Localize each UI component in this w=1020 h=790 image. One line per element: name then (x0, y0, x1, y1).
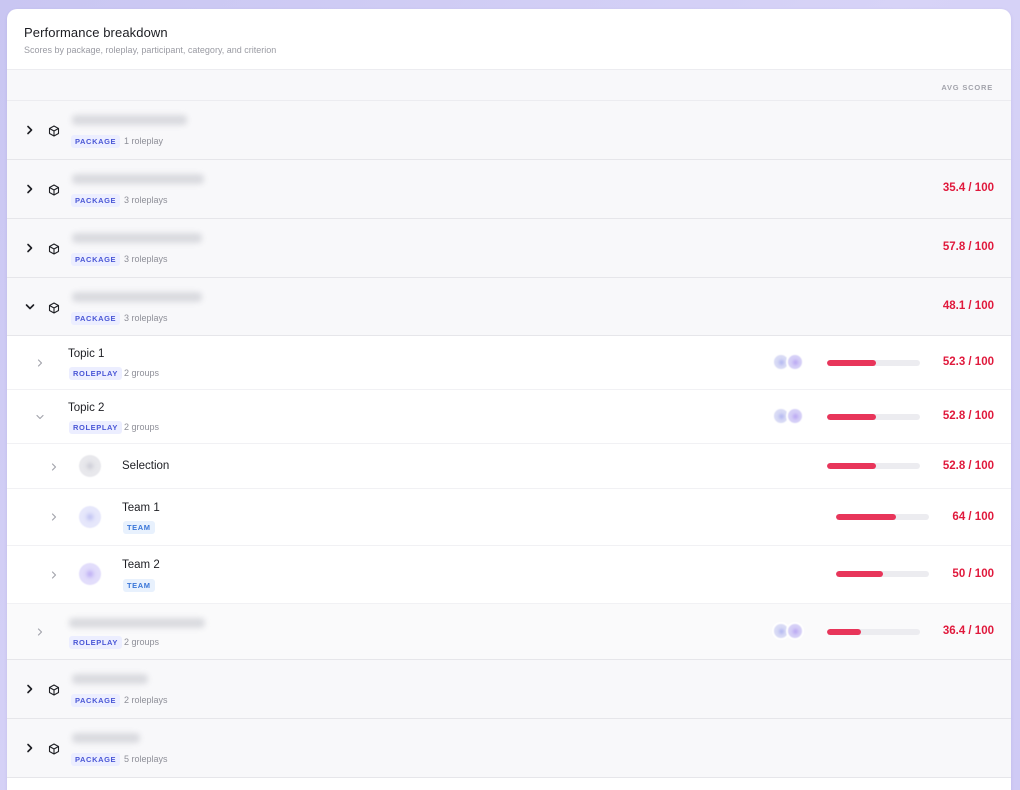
package-name-redacted (72, 292, 202, 302)
group-avatar (79, 506, 101, 528)
group-title: Team 1 (122, 502, 160, 514)
score-progress-bar (827, 629, 920, 635)
cube-icon (48, 183, 60, 196)
card-header: Performance breakdown Scores by package,… (7, 9, 1011, 70)
score-progress-bar (827, 463, 920, 469)
group-count: 2 groups (124, 368, 160, 378)
chevron-right-icon[interactable] (49, 512, 59, 522)
chevron-right-icon[interactable] (25, 684, 35, 694)
roleplay-count: 1 roleplay (124, 136, 164, 146)
performance-card: Performance breakdown Scores by package,… (7, 9, 1011, 790)
package-badge: PACKAGE (71, 135, 121, 148)
avg-score: 52.3 / 100 (942, 356, 994, 368)
avg-score: 35.4 / 100 (942, 182, 994, 194)
chevron-down-icon[interactable] (35, 412, 45, 422)
roleplay-count: 5 roleplays (124, 754, 168, 764)
roleplay-count: 3 roleplays (124, 195, 168, 205)
column-header-row: AVG SCORE (7, 70, 1011, 101)
roleplay-count: 2 roleplays (124, 695, 168, 705)
score-progress-bar (836, 571, 929, 577)
avg-score: 36.4 / 100 (942, 625, 994, 637)
chevron-right-icon[interactable] (25, 184, 35, 194)
participant-avatars (772, 353, 812, 373)
chevron-right-icon[interactable] (25, 125, 35, 135)
cube-icon (48, 242, 60, 255)
team-badge: TEAM (123, 521, 155, 534)
avatar (786, 353, 804, 371)
group-count: 2 groups (124, 422, 160, 432)
group-row[interactable]: Team 1 TEAM 64 / 100 (7, 489, 1011, 546)
roleplay-badge: ROLEPLAY (69, 636, 122, 649)
package-name-redacted (72, 233, 202, 243)
avg-score: 64 / 100 (952, 511, 994, 523)
avatar (786, 407, 804, 425)
group-title: Selection (122, 460, 170, 472)
chevron-right-icon[interactable] (35, 358, 45, 368)
package-badge: PACKAGE (71, 253, 121, 266)
group-avatar (79, 455, 101, 477)
avatar (786, 622, 804, 640)
package-badge: PACKAGE (71, 194, 121, 207)
package-row[interactable]: PACKAGE 3 roleplays 57.8 / 100 (7, 219, 1011, 278)
chevron-right-icon[interactable] (25, 743, 35, 753)
group-row[interactable]: Team 2 TEAM 50 / 100 (7, 546, 1011, 604)
avg-score: 48.1 / 100 (942, 300, 994, 312)
roleplay-badge: ROLEPLAY (69, 421, 122, 434)
score-progress-bar (836, 514, 929, 520)
chevron-right-icon[interactable] (25, 243, 35, 253)
roleplay-row-expanded[interactable]: Topic 2 ROLEPLAY 2 groups 52.8 / 100 (7, 390, 1011, 444)
group-count: 2 groups (124, 637, 160, 647)
package-row-expanded[interactable]: PACKAGE 3 roleplays 48.1 / 100 (7, 278, 1011, 336)
avg-score: 52.8 / 100 (942, 410, 994, 422)
package-badge: PACKAGE (71, 694, 121, 707)
roleplay-row[interactable]: ROLEPLAY 2 groups 36.4 / 100 (7, 604, 1011, 660)
package-badge: PACKAGE (71, 312, 121, 325)
group-avatar (79, 563, 101, 585)
team-badge: TEAM (123, 579, 155, 592)
package-row[interactable]: PACKAGE 2 roleplays (7, 660, 1011, 719)
package-badge: PACKAGE (71, 753, 121, 766)
package-name-redacted (72, 733, 140, 743)
score-progress-bar (827, 414, 920, 420)
group-row[interactable]: Selection 52.8 / 100 (7, 444, 1011, 489)
avg-score: 52.8 / 100 (942, 460, 994, 472)
package-name-redacted (72, 674, 148, 684)
chevron-right-icon[interactable] (49, 570, 59, 580)
package-name-redacted (72, 174, 204, 184)
cube-icon (48, 301, 60, 314)
avg-score: 50 / 100 (952, 568, 994, 580)
package-row[interactable]: PACKAGE 5 roleplays (7, 719, 1011, 778)
cube-icon (48, 742, 60, 755)
roleplay-row[interactable]: Topic 1 ROLEPLAY 2 groups 52.3 / 100 (7, 336, 1011, 390)
roleplay-title: Topic 1 (68, 348, 105, 360)
participant-avatars (772, 622, 812, 642)
avg-score-column-header: AVG SCORE (941, 83, 993, 92)
roleplay-name-redacted (69, 618, 205, 628)
roleplay-badge: ROLEPLAY (69, 367, 122, 380)
group-title: Team 2 (122, 559, 160, 571)
package-row[interactable]: PACKAGE 3 roleplays 35.4 / 100 (7, 160, 1011, 219)
page-title: Performance breakdown (24, 25, 168, 40)
cube-icon (48, 683, 60, 696)
package-row[interactable]: PACKAGE 1 roleplay (7, 101, 1011, 160)
cube-icon (48, 124, 60, 137)
chevron-down-icon[interactable] (25, 302, 35, 312)
package-name-redacted (72, 115, 187, 125)
roleplay-title: Topic 2 (68, 402, 105, 414)
roleplay-count: 3 roleplays (124, 313, 168, 323)
page-subtitle: Scores by package, roleplay, participant… (24, 45, 277, 55)
avg-score: 57.8 / 100 (942, 241, 994, 253)
score-progress-bar (827, 360, 920, 366)
roleplay-count: 3 roleplays (124, 254, 168, 264)
chevron-right-icon[interactable] (35, 627, 45, 637)
chevron-right-icon[interactable] (49, 462, 59, 472)
participant-avatars (772, 407, 812, 427)
